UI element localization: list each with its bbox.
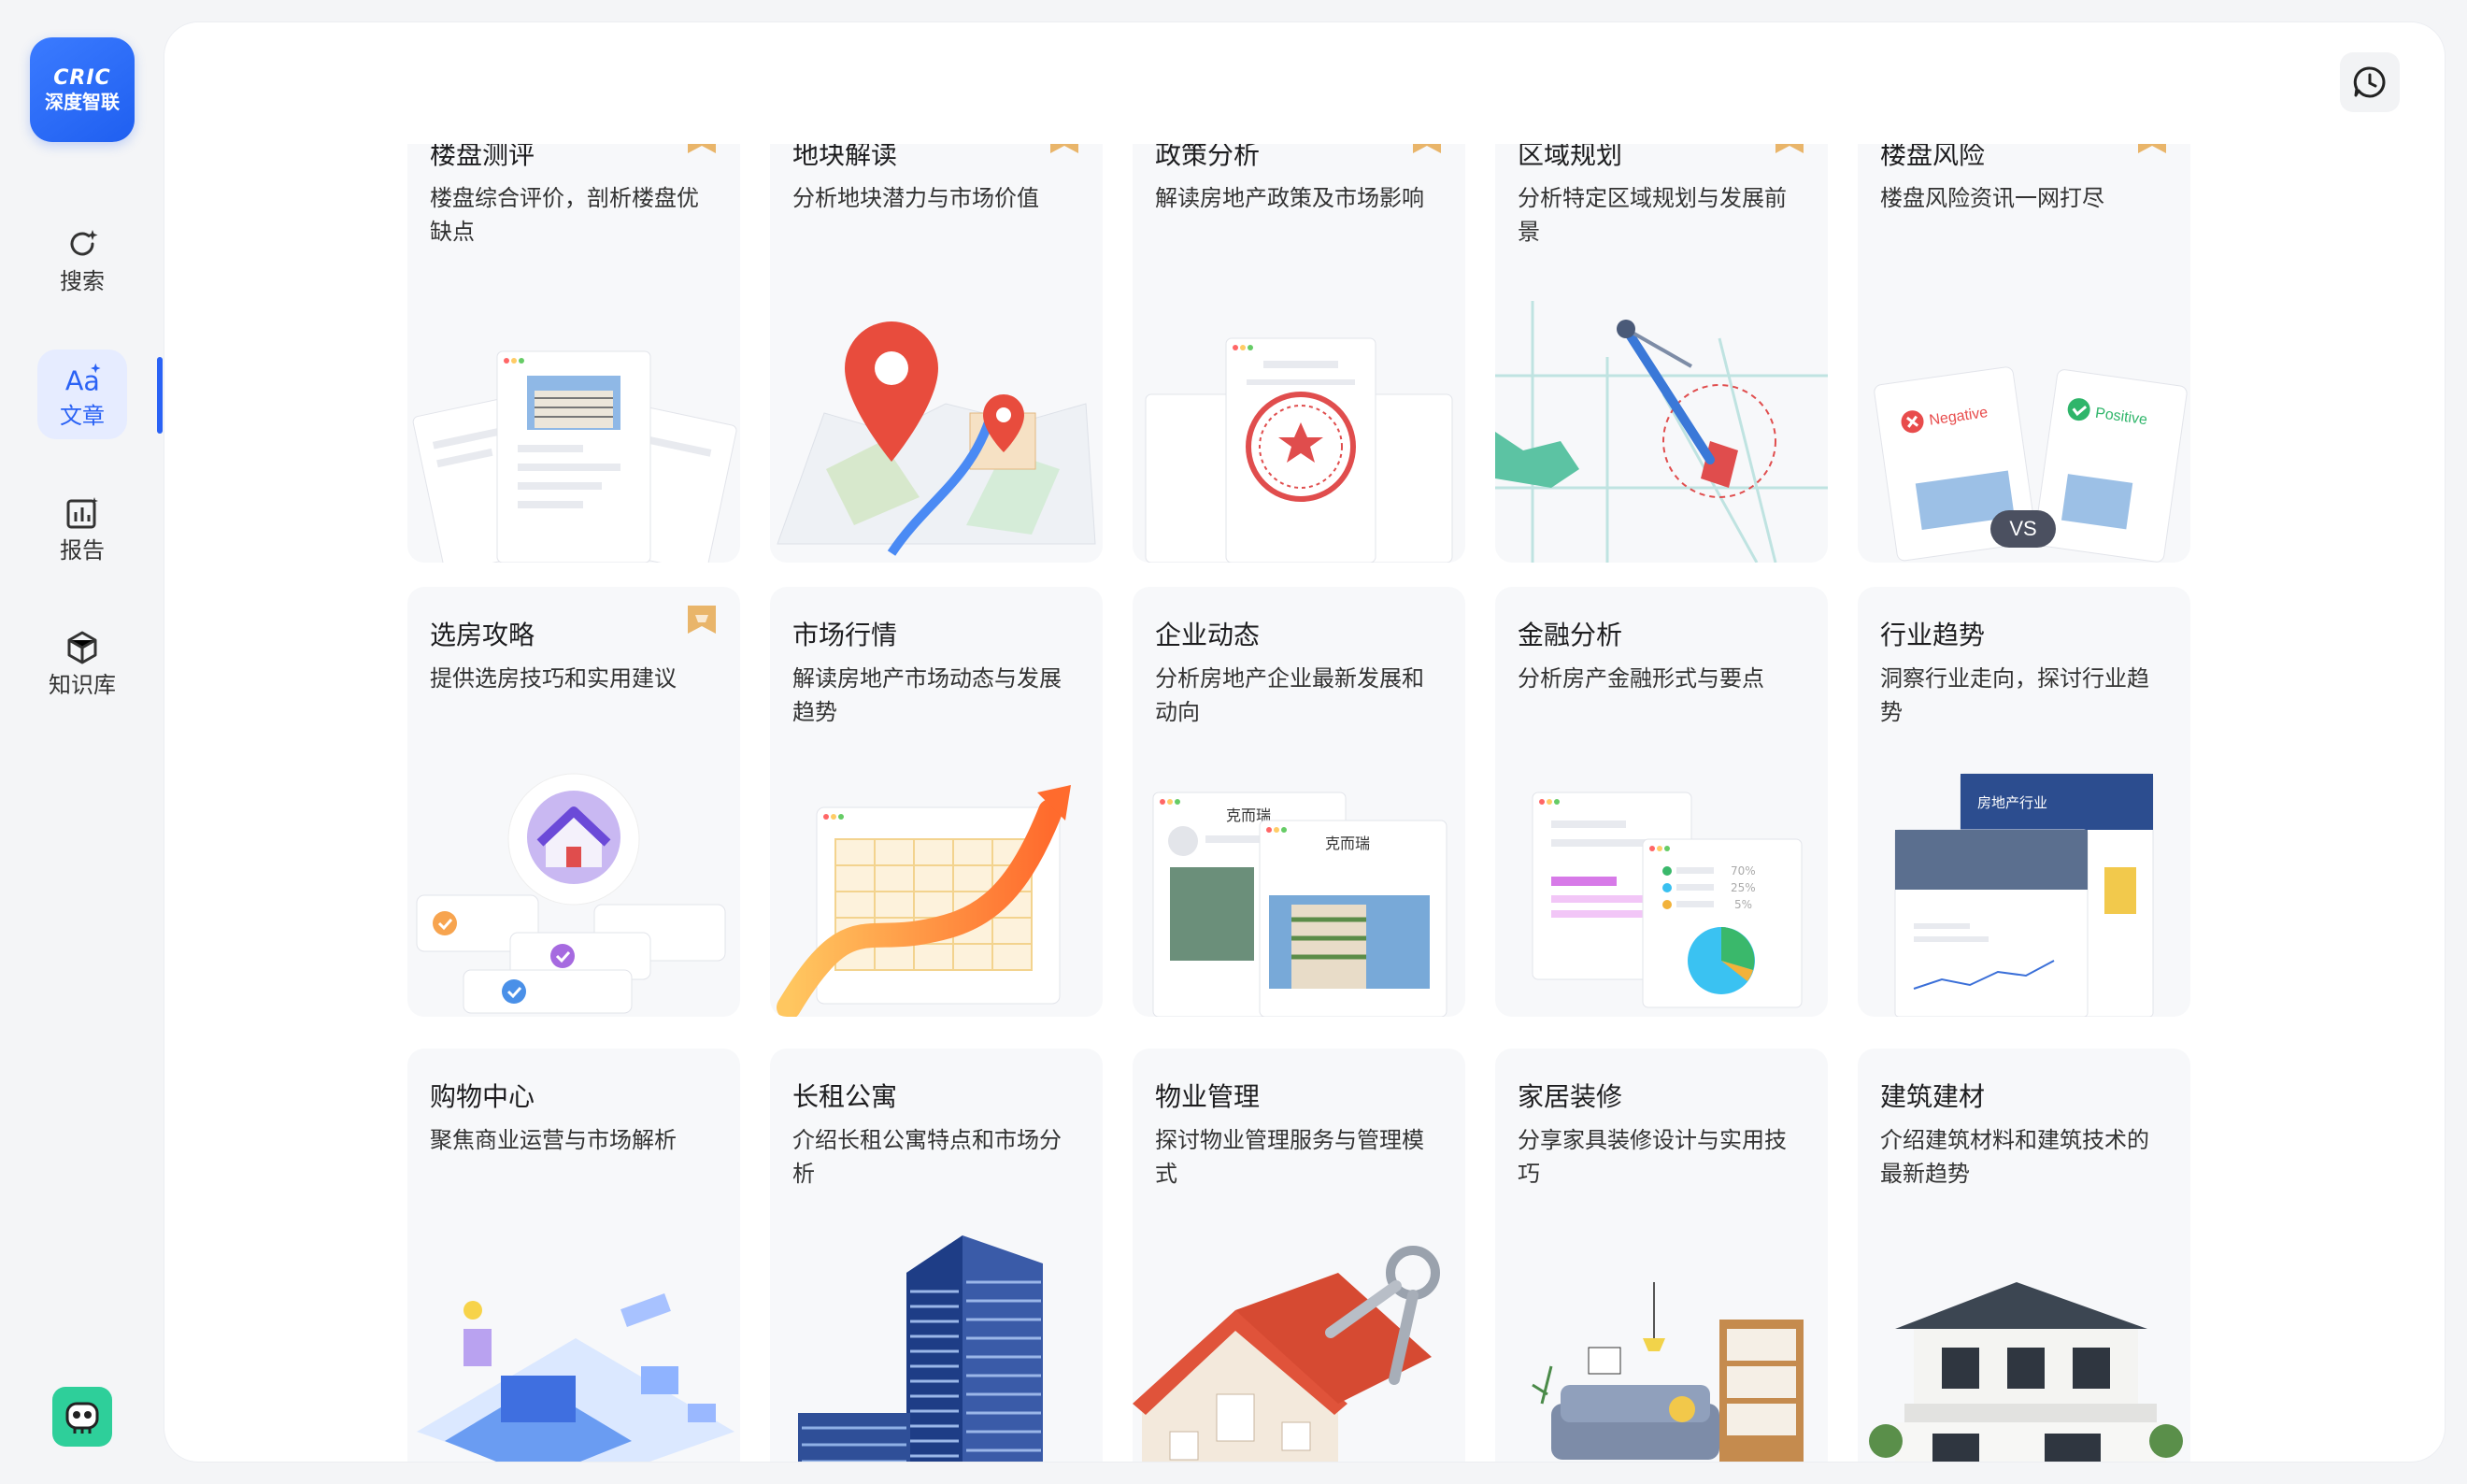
bookmark-badge-icon — [2138, 144, 2166, 153]
report-cover-title: 房地产行业 — [1977, 794, 2047, 811]
card-title: 家居装修 — [1518, 1081, 1623, 1112]
news-brand-label-2: 克而瑞 — [1325, 835, 1370, 852]
card-desc: 解读房地产市场动态与发展趋势 — [792, 665, 1062, 725]
card-desc: 介绍建筑材料和建筑技术的最新趋势 — [1880, 1127, 2149, 1187]
card-title: 企业动态 — [1155, 620, 1261, 650]
card-desc: 介绍长租公寓特点和市场分析 — [792, 1127, 1062, 1187]
card-desc: 楼盘综合评价，剖析楼盘优缺点 — [430, 185, 699, 245]
text-ai-icon: Aa — [64, 360, 101, 397]
card-dikuai-jiedu[interactable]: 地块解读 分析地块潜力与市场价值 — [770, 144, 1103, 563]
living-room-illustration — [1532, 1282, 1804, 1462]
region-compass-illustration — [1495, 301, 1828, 563]
card-title: 政策分析 — [1155, 144, 1261, 170]
card-desc: 聚焦商业运营与市场解析 — [430, 1127, 677, 1153]
bookmark-badge-icon — [1050, 144, 1078, 153]
logo-text-en: CRIC — [53, 66, 111, 90]
card-qiye-dongtai[interactable]: 企业动态 分析房地产企业最新发展和动向 克而瑞 克而瑞 — [1133, 587, 1465, 1017]
nav-item-report[interactable]: 报告 — [37, 484, 127, 574]
card-jinrong-fenxi[interactable]: 金融分析 分析房产金融形式与要点 70% 25% 5% — [1495, 587, 1828, 1017]
nav-item-knowledge[interactable]: 知识库 — [37, 619, 127, 708]
card-desc: 分析房产金融形式与要点 — [1518, 665, 1764, 692]
card-jianzhu-jiancai[interactable]: 建筑建材 介绍建筑材料和建筑技术的最新趋势 — [1858, 1049, 2190, 1462]
nav-label-search: 搜索 — [60, 268, 105, 294]
card-title: 物业管理 — [1155, 1081, 1261, 1112]
card-hangye-qushi[interactable]: 行业趋势 洞察行业走向，探讨行业趋势 房地产行业 — [1858, 587, 2190, 1017]
card-desc: 洞察行业走向，探讨行业趋势 — [1880, 665, 2149, 725]
card-title: 楼盘测评 — [430, 144, 535, 170]
card-desc: 提供选房技巧和实用建议 — [430, 665, 677, 692]
legend-5: 5% — [1734, 898, 1752, 911]
card-desc: 解读房地产政策及市场影响 — [1155, 185, 1424, 211]
doc-building-illustration — [412, 350, 737, 563]
company-news-illustration: 克而瑞 克而瑞 — [1152, 792, 1447, 1017]
card-shichang-hangqing[interactable]: 市场行情 解读房地产市场动态与发展趋势 — [770, 587, 1103, 1017]
card-desc: 分析特定区域规划与发展前景 — [1518, 185, 1787, 245]
card-zhengce-fenxi[interactable]: 政策分析 解读房地产政策及市场影响 — [1133, 144, 1465, 563]
nav-label-article: 文章 — [60, 403, 105, 429]
card-desc: 分析房地产企业最新发展和动向 — [1155, 665, 1424, 725]
brand-logo[interactable]: CRIC 深度智联 — [30, 37, 135, 142]
bookmark-badge-icon — [688, 606, 716, 634]
vs-label: VS — [2009, 517, 2036, 540]
shopping-mall-illustration — [417, 1293, 734, 1462]
nav-label-report: 报告 — [60, 537, 105, 564]
card-title: 金融分析 — [1518, 620, 1623, 650]
market-trend-illustration — [777, 785, 1071, 1017]
card-xuanfang-gonglue[interactable]: 选房攻略 提供选房技巧和实用建议 — [407, 587, 740, 1017]
active-indicator — [157, 357, 163, 434]
card-title: 行业趋势 — [1880, 620, 1986, 650]
modern-villa-illustration — [1869, 1282, 2183, 1462]
sidebar: CRIC 深度智联 搜索 Aa 文章 报告 知识库 — [0, 0, 164, 1484]
industry-report-illustration: 房地产行业 — [1894, 773, 2154, 1017]
bookmark-badge-icon — [1413, 144, 1441, 153]
card-desc: 探讨物业管理服务与管理模式 — [1155, 1127, 1424, 1187]
card-title: 楼盘风险 — [1880, 144, 1986, 170]
history-button[interactable] — [2340, 52, 2400, 112]
card-changzu-gongyu[interactable]: 长租公寓 介绍长租公寓特点和市场分析 — [770, 1049, 1103, 1462]
card-desc: 分享家具装修设计与实用技巧 — [1518, 1127, 1787, 1187]
logo-text-cn: 深度智联 — [45, 91, 120, 113]
apartment-tower-illustration — [798, 1235, 1043, 1462]
card-wuye-guanli[interactable]: 物业管理 探讨物业管理服务与管理模式 — [1133, 1049, 1465, 1462]
legend-70: 70% — [1731, 864, 1756, 878]
map-pin-illustration — [777, 321, 1096, 556]
negative-positive-compare-illustration: Negative Positive VS — [1874, 366, 2188, 563]
article-template-grid: 楼盘测评 楼盘综合评价，剖析楼盘优缺点 地块解读 分析地块潜力与市场价值 政策分… — [407, 144, 2202, 1462]
card-title: 地块解读 — [792, 144, 898, 170]
legend-25: 25% — [1731, 881, 1756, 894]
card-quyu-guihua[interactable]: 区域规划 分析特定区域规划与发展前景 — [1495, 144, 1828, 563]
card-title: 购物中心 — [430, 1081, 535, 1112]
nav-item-search[interactable]: 搜索 — [37, 215, 127, 305]
finance-pie-illustration: 70% 25% 5% — [1532, 792, 1803, 1008]
assistant-avatar[interactable] — [52, 1387, 112, 1447]
card-gouwu-zhongxin[interactable]: 购物中心 聚焦商业运营与市场解析 — [407, 1049, 740, 1462]
knowledge-cube-icon — [64, 629, 101, 666]
card-desc: 分析地块潜力与市场价值 — [792, 185, 1039, 211]
search-refresh-icon — [64, 225, 101, 263]
report-chart-icon — [64, 494, 101, 532]
card-title: 长租公寓 — [792, 1081, 898, 1112]
house-keys-illustration — [1133, 1246, 1440, 1462]
nav-item-article[interactable]: Aa 文章 — [37, 350, 127, 439]
bookmark-badge-icon — [1775, 144, 1804, 153]
nav-label-knowledge: 知识库 — [49, 672, 116, 698]
card-title: 市场行情 — [792, 620, 898, 650]
card-title: 选房攻略 — [430, 620, 535, 650]
card-title: 区域规划 — [1518, 144, 1623, 170]
card-loupan-fengxian[interactable]: 楼盘风险 楼盘风险资讯一网打尽 Negative Positive VS — [1858, 144, 2190, 563]
official-seal-illustration — [1145, 337, 1453, 563]
house-checklist-illustration — [416, 773, 726, 1014]
card-jiaju-zhuangxiu[interactable]: 家居装修 分享家具装修设计与实用技巧 — [1495, 1049, 1828, 1462]
bookmark-badge-icon — [688, 144, 716, 153]
card-loupan-ceping[interactable]: 楼盘测评 楼盘综合评价，剖析楼盘优缺点 — [407, 144, 740, 563]
chat-history-icon — [2353, 66, 2386, 98]
card-desc: 楼盘风险资讯一网打尽 — [1880, 185, 2104, 211]
card-title: 建筑建材 — [1880, 1081, 1986, 1112]
robot-icon — [65, 1402, 99, 1434]
